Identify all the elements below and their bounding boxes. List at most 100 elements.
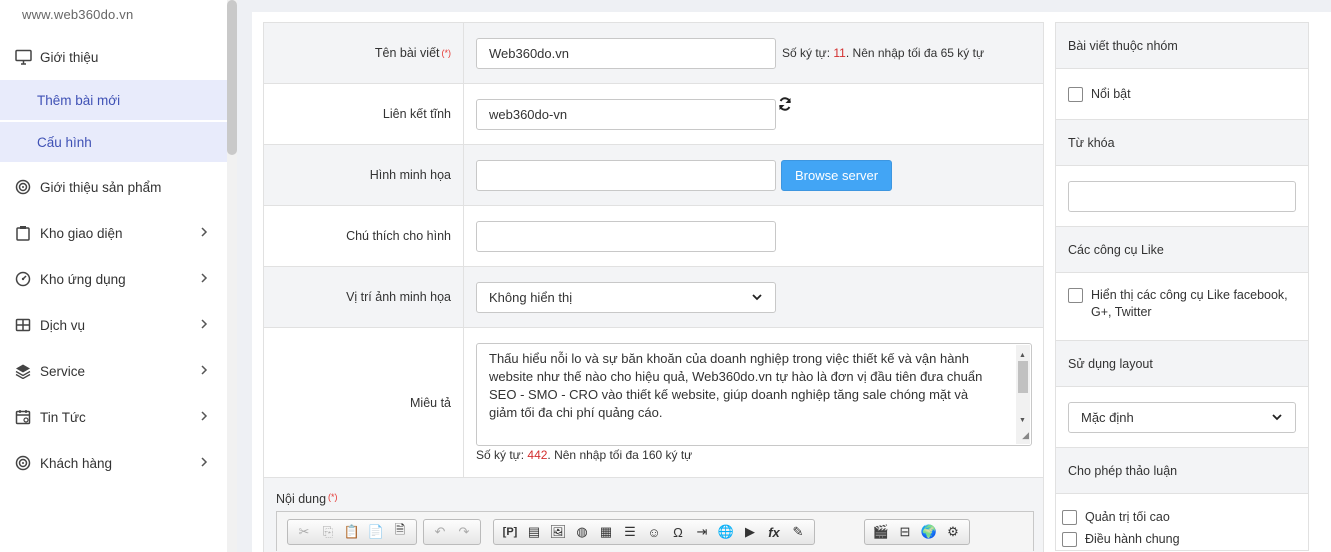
chevron-right-icon xyxy=(197,455,211,469)
chevron-right-icon xyxy=(197,317,211,331)
browse-server-button[interactable]: Browse server xyxy=(781,159,893,191)
smiley-icon[interactable]: ☺ xyxy=(642,521,666,543)
target-icon xyxy=(14,454,32,472)
sidebar-item-gioi-thieu-san-pham[interactable]: Giới thiệu sản phẩm xyxy=(0,164,227,210)
featured-label: Nổi bật xyxy=(1091,87,1131,101)
featured-checkbox-line[interactable]: Nổi bật xyxy=(1068,86,1131,102)
globe-icon[interactable]: 🌍 xyxy=(917,521,941,543)
plugin-icon[interactable]: ⚙ xyxy=(941,521,965,543)
sidebar-item-dich-vu[interactable]: Dịch vụ xyxy=(0,302,227,348)
sidebar-item-label: Kho ứng dụng xyxy=(40,271,126,287)
hint-count: 442 xyxy=(527,448,548,462)
hint-count: 11 xyxy=(833,46,846,60)
discuss-option-line[interactable]: Quản trị tối cao xyxy=(1062,506,1308,528)
youtube-icon[interactable]: ▶ xyxy=(738,521,762,543)
grid-icon xyxy=(14,316,32,334)
title-label: Tên bài viết (*) xyxy=(264,23,464,83)
featured-checkbox[interactable] xyxy=(1068,86,1083,102)
like-label: Hiển thị các công cụ Like facebook, G+, … xyxy=(1091,288,1288,319)
formula-icon[interactable]: fx xyxy=(762,521,786,543)
sidebar-scrollbar-thumb[interactable] xyxy=(227,0,237,155)
slug-label: Liên kết tĩnh xyxy=(264,84,464,144)
chevron-down-icon xyxy=(1271,411,1283,423)
sidebar-subitem-cau-hinh[interactable]: Cấu hình xyxy=(0,122,227,162)
image-input[interactable] xyxy=(476,159,776,191)
refresh-icon[interactable] xyxy=(778,97,792,111)
sidebar-subitem-label: Cấu hình xyxy=(37,134,92,150)
copy-icon[interactable]: ⎘ xyxy=(316,521,340,543)
sidebar-item-label: Service xyxy=(40,363,86,379)
description-text: Thấu hiểu nỗi lo và sự băn khoăn của doa… xyxy=(489,351,983,420)
paragraph-icon[interactable]: [P] xyxy=(498,521,522,543)
resize-grip-icon[interactable]: ◢ xyxy=(1022,426,1029,444)
gauge-icon xyxy=(14,270,32,288)
collapse-icon[interactable]: ⊟ xyxy=(893,521,917,543)
sidebar-item-tin-tuc[interactable]: Tin Tức xyxy=(0,394,227,440)
template-icon[interactable]: ▤ xyxy=(522,521,546,543)
position-select-value: Không hiển thị xyxy=(489,289,573,305)
like-body: Hiển thị các công cụ Like facebook, G+, … xyxy=(1056,273,1308,341)
layers-icon xyxy=(14,362,32,380)
caption-row: Chú thích cho hình xyxy=(264,206,1043,267)
sidebar-item-gioi-thieu[interactable]: Giới thiệu xyxy=(0,34,227,80)
chevron-right-icon xyxy=(197,363,211,377)
title-char-hint: Số ký tự: 11. Nên nhập tối đa 65 ký tự xyxy=(782,46,984,60)
video-icon[interactable]: 🎬 xyxy=(869,521,893,543)
redo-icon[interactable]: ↷ xyxy=(452,521,476,543)
cut-icon[interactable]: ✂ xyxy=(292,521,316,543)
discuss-checkbox[interactable] xyxy=(1062,509,1077,525)
sidebar-item-khach-hang[interactable]: Khách hàng xyxy=(0,440,227,486)
discuss-body: Quản trị tối cao Điều hành chung xyxy=(1056,494,1308,550)
like-checkbox-line[interactable]: Hiển thị các công cụ Like facebook, G+, … xyxy=(1068,287,1301,321)
layout-title: Sử dụng layout xyxy=(1056,341,1308,387)
title-input[interactable]: Web360do.vn xyxy=(476,37,776,69)
page-break-icon[interactable]: ⇥ xyxy=(690,521,714,543)
clipboard-icon xyxy=(14,224,32,242)
toolbar-group-undo: ↶ ↷ xyxy=(423,519,481,545)
undo-icon[interactable]: ↶ xyxy=(428,521,452,543)
chevron-right-icon xyxy=(197,271,211,285)
description-char-hint: Số ký tự: 442. Nên nhập tối đa 160 ký tự xyxy=(476,448,692,462)
content-label: Nội dung (*) xyxy=(276,492,1043,506)
monitor-icon xyxy=(14,48,32,66)
horizontal-rule-icon[interactable]: ☰ xyxy=(618,521,642,543)
description-scrollbar-thumb[interactable] xyxy=(1018,361,1028,393)
sidebar-item-kho-ung-dung[interactable]: Kho ứng dụng xyxy=(0,256,227,302)
discuss-checkbox[interactable] xyxy=(1062,531,1077,547)
sidebar-item-label: Giới thiệu xyxy=(40,49,99,65)
sidebar-item-label: Tin Tức xyxy=(40,409,86,425)
sidebar-item-label: Giới thiệu sản phẩm xyxy=(40,179,162,195)
main-panel: Tên bài viết (*) Web360do.vn Số ký tự: 11… xyxy=(252,12,1331,552)
paste-icon[interactable]: 📋 xyxy=(340,521,364,543)
table-icon[interactable]: ▦ xyxy=(594,521,618,543)
like-checkbox[interactable] xyxy=(1068,288,1083,303)
sidebar-item-label: Kho giao diện xyxy=(40,225,123,241)
flash-icon[interactable]: ◍ xyxy=(570,521,594,543)
keywords-input[interactable] xyxy=(1068,180,1296,212)
description-textarea[interactable]: Thấu hiểu nỗi lo và sự băn khoăn của doa… xyxy=(476,343,1032,446)
layout-select[interactable]: Mặc định xyxy=(1068,401,1296,433)
caption-input[interactable] xyxy=(476,220,776,252)
calendar-icon xyxy=(14,408,32,426)
sidebar-subitem-them-bai-moi[interactable]: Thêm bài mới xyxy=(0,80,227,120)
sidebar-scrollbar[interactable] xyxy=(227,0,237,552)
hint-prefix: Số ký tự: xyxy=(782,46,834,60)
sidebar-item-service[interactable]: Service xyxy=(0,348,227,394)
slug-input[interactable]: web360do-vn xyxy=(476,98,776,130)
hint-suffix: . Nên nhập tối đa 160 ký tự xyxy=(547,448,693,462)
image-icon[interactable]: 🖼 xyxy=(546,521,570,543)
position-label: Vị trí ảnh minh họa xyxy=(264,267,464,327)
paste-word-icon[interactable]: 🗎 xyxy=(388,521,412,543)
code-snippet-icon[interactable]: ✎ xyxy=(786,521,810,543)
image-row: Hình minh họa Browse server xyxy=(264,145,1043,206)
keywords-body xyxy=(1056,166,1308,227)
hint-suffix: . Nên nhập tối đa 65 ký tự xyxy=(845,46,984,60)
paste-text-icon[interactable]: 📄 xyxy=(364,521,388,543)
special-char-icon[interactable]: Ω xyxy=(666,521,690,543)
discuss-option-line[interactable]: Điều hành chung xyxy=(1062,528,1308,550)
sidebar-item-kho-giao-dien[interactable]: Kho giao diện xyxy=(0,210,227,256)
iframe-icon[interactable]: 🌐 xyxy=(714,521,738,543)
title-label-text: Tên bài viết xyxy=(374,46,440,60)
description-label: Miêu tả xyxy=(264,328,464,477)
position-select[interactable]: Không hiển thị xyxy=(476,281,776,313)
